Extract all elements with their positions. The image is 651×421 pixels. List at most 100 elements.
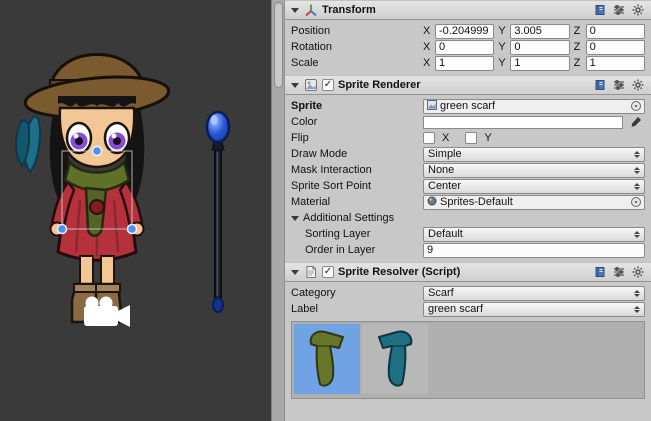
rotation-x-field[interactable]: 0 <box>435 40 494 55</box>
field-label: Category <box>291 287 423 299</box>
presets-icon[interactable] <box>611 78 626 93</box>
axis-label-y: Y <box>498 25 507 37</box>
color-swatch[interactable] <box>423 116 623 129</box>
presets-icon[interactable] <box>611 265 626 280</box>
dropdown-caret-icon <box>634 183 640 190</box>
transform-rotation-row: Rotation X0 Y0 Z0 <box>285 39 651 55</box>
object-picker-icon[interactable] <box>631 197 641 207</box>
sprite-resolver-header[interactable]: ✓ Sprite Resolver (Script) <box>285 262 651 282</box>
axis-label-x: X <box>423 57 432 69</box>
component-title: Transform <box>322 4 376 16</box>
flip-x-checkbox[interactable] <box>423 132 435 144</box>
material-row: Material Sprites-Default <box>285 194 651 210</box>
position-x-field[interactable]: -0.204999 <box>435 24 494 39</box>
selection-handle <box>58 225 67 234</box>
sprite-object-field[interactable]: green scarf <box>423 99 645 114</box>
field-label: Scale <box>291 57 423 69</box>
dropdown-caret-icon <box>634 231 640 238</box>
dropdown-value: Scarf <box>428 287 630 299</box>
axis-label-x: X <box>423 25 432 37</box>
dropdown-value: Default <box>428 228 630 240</box>
field-label: Color <box>291 116 423 128</box>
flip-x-label: X <box>442 132 449 144</box>
dropdown-value: None <box>428 164 630 176</box>
additional-settings-label: Additional Settings <box>303 212 394 224</box>
gear-icon[interactable] <box>630 265 645 280</box>
help-icon[interactable] <box>592 78 607 93</box>
dropdown-value: Simple <box>428 148 630 160</box>
scale-z-field[interactable]: 1 <box>586 56 645 71</box>
scale-y-field[interactable]: 1 <box>510 56 569 71</box>
foldout-arrow-icon[interactable] <box>291 8 299 13</box>
axis-label-x: X <box>423 41 432 53</box>
dropdown-value: green scarf <box>428 303 630 315</box>
script-icon <box>303 265 318 280</box>
sprite-asset-icon <box>427 100 437 113</box>
axis-label-y: Y <box>498 57 507 69</box>
scrollbar-thumb[interactable] <box>274 2 283 88</box>
sprite-sort-point-dropdown[interactable]: Center <box>423 179 645 194</box>
position-y-field[interactable]: 3.005 <box>510 24 569 39</box>
field-label: Position <box>291 25 423 37</box>
field-label: Sorting Layer <box>291 228 423 240</box>
staff-sprite[interactable] <box>207 112 229 312</box>
transform-position-row: Position X-0.204999 Y3.005 Z0 <box>285 23 651 39</box>
label-dropdown[interactable]: green scarf <box>423 302 645 317</box>
selection-handle <box>128 225 137 234</box>
additional-settings-foldout[interactable]: Additional Settings <box>285 210 651 226</box>
material-sphere-icon <box>427 196 437 209</box>
sprite-thumbnail-teal-scarf[interactable] <box>362 324 428 394</box>
category-dropdown[interactable]: Scarf <box>423 286 645 301</box>
order-in-layer-field[interactable]: 9 <box>423 243 645 258</box>
sorting-layer-dropdown[interactable]: Default <box>423 227 645 242</box>
presets-icon[interactable] <box>611 3 626 18</box>
foldout-arrow-icon[interactable] <box>291 83 299 88</box>
scene-view[interactable] <box>0 0 271 421</box>
scale-x-field[interactable]: 1 <box>435 56 494 71</box>
transform-component: Transform Position X-0.204999 Y3.005 <box>285 0 651 75</box>
help-icon[interactable] <box>592 3 607 18</box>
gear-icon[interactable] <box>630 3 645 18</box>
label-row: Label green scarf <box>285 301 651 317</box>
field-label: Sprite <box>291 100 423 112</box>
rotation-z-field[interactable]: 0 <box>586 40 645 55</box>
object-picker-icon[interactable] <box>631 101 641 111</box>
axis-label-z: Z <box>574 57 583 69</box>
transform-scale-row: Scale X1 Y1 Z1 <box>285 55 651 71</box>
material-object-field[interactable]: Sprites-Default <box>423 195 645 210</box>
draw-mode-dropdown[interactable]: Simple <box>423 147 645 162</box>
transform-icon <box>303 3 318 18</box>
eyedropper-icon[interactable] <box>627 116 645 128</box>
inspector-scrollbar[interactable] <box>271 0 285 421</box>
sprite-thumbnail-green-scarf[interactable] <box>294 324 360 394</box>
rotation-y-field[interactable]: 0 <box>510 40 569 55</box>
selection-handle <box>93 147 102 156</box>
sprite-resolver-component: ✓ Sprite Resolver (Script) Category <box>285 262 651 403</box>
mask-interaction-dropdown[interactable]: None <box>423 163 645 178</box>
sprite-renderer-component: ✓ Sprite Renderer Sprite <box>285 75 651 262</box>
camera-gizmo-icon[interactable] <box>84 297 130 328</box>
transform-header[interactable]: Transform <box>285 0 651 20</box>
component-enabled-checkbox[interactable]: ✓ <box>322 266 334 278</box>
mask-interaction-row: Mask Interaction None <box>285 162 651 178</box>
foldout-arrow-icon[interactable] <box>291 216 299 221</box>
foldout-arrow-icon[interactable] <box>291 270 299 275</box>
axis-label-z: Z <box>574 25 583 37</box>
position-z-field[interactable]: 0 <box>586 24 645 39</box>
sprite-renderer-header[interactable]: ✓ Sprite Renderer <box>285 75 651 95</box>
scene-canvas[interactable] <box>0 0 271 421</box>
sprite-field-row: Sprite green scarf <box>285 98 651 114</box>
character-sprite[interactable] <box>16 55 170 323</box>
field-label: Label <box>291 303 423 315</box>
material-object-name: Sprites-Default <box>440 196 628 208</box>
sorting-layer-row: Sorting Layer Default <box>285 226 651 242</box>
flip-y-checkbox[interactable] <box>465 132 477 144</box>
field-label: Mask Interaction <box>291 164 423 176</box>
sprite-renderer-icon <box>303 78 318 93</box>
component-enabled-checkbox[interactable]: ✓ <box>322 79 334 91</box>
axis-label-y: Y <box>498 41 507 53</box>
gear-icon[interactable] <box>630 78 645 93</box>
inspector-panel: Transform Position X-0.204999 Y3.005 <box>285 0 651 421</box>
help-icon[interactable] <box>592 265 607 280</box>
axis-label-z: Z <box>574 41 583 53</box>
